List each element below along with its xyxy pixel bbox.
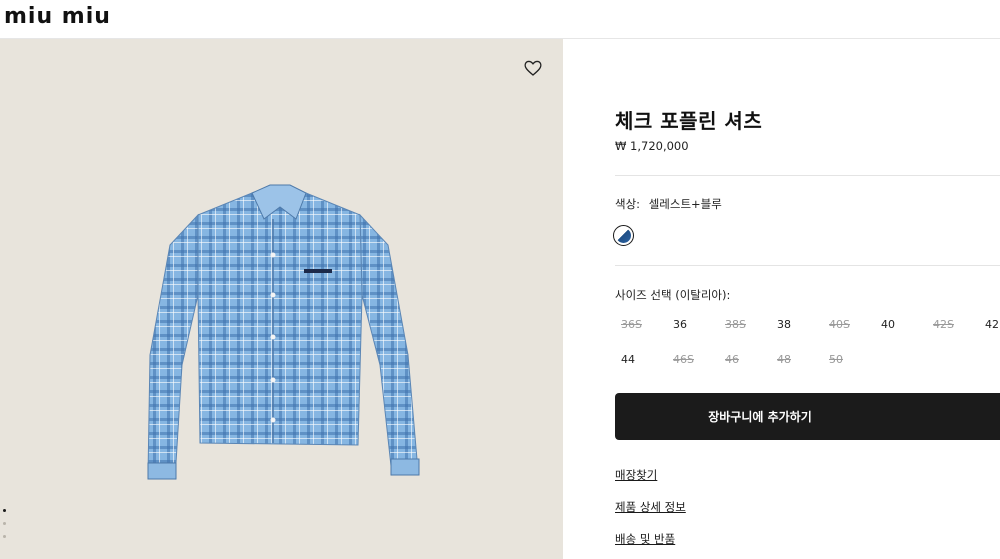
size-option-36S[interactable]: 36S <box>621 312 661 338</box>
site-header: miu miu <box>0 0 1000 39</box>
product-image-shirt <box>147 184 420 480</box>
color-label-text: 색상: <box>615 197 641 211</box>
size-label: 사이즈 선택 (이탈리아): <box>615 288 731 302</box>
size-option-36[interactable]: 36 <box>673 312 713 338</box>
divider <box>615 265 1000 266</box>
color-value: 셀레스트+블루 <box>648 197 722 211</box>
heart-icon[interactable] <box>523 58 543 78</box>
product-title: 체크 포플린 셔츠 <box>615 109 763 133</box>
svg-text:miu miu: miu miu <box>4 4 111 26</box>
add-to-cart-button[interactable]: 장바구니에 추가하기 <box>615 393 1000 440</box>
find-store-link[interactable]: 매장찾기 <box>615 467 657 483</box>
gallery-dots <box>3 509 6 548</box>
gallery-dot[interactable] <box>3 509 6 512</box>
miu-miu-logo[interactable]: miu miu <box>4 4 128 26</box>
size-option-50[interactable]: 50 <box>829 347 869 373</box>
size-option-38S[interactable]: 38S <box>725 312 765 338</box>
product-details-link[interactable]: 제품 상세 정보 <box>615 499 686 515</box>
size-option-46[interactable]: 46 <box>725 347 765 373</box>
color-swatch[interactable] <box>613 225 634 246</box>
size-option-42S[interactable]: 42S <box>933 312 973 338</box>
size-option-40[interactable]: 40 <box>881 312 921 338</box>
gallery-dot[interactable] <box>3 535 6 538</box>
size-option-38[interactable]: 38 <box>777 312 817 338</box>
product-info-panel: 체크 포플린 셔츠 ₩ 1,720,000 색상: 셀레스트+블루 사이즈 선택… <box>563 39 1000 559</box>
color-swatch-fill <box>616 228 631 243</box>
product-image-pane <box>0 39 563 559</box>
size-option-40S[interactable]: 40S <box>829 312 869 338</box>
divider <box>615 175 1000 176</box>
size-option-48[interactable]: 48 <box>777 347 817 373</box>
size-option-44[interactable]: 44 <box>621 347 661 373</box>
product-price: ₩ 1,720,000 <box>615 139 689 153</box>
color-label: 색상: 셀레스트+블루 <box>615 196 722 212</box>
shipping-returns-link[interactable]: 배송 및 반품 <box>615 531 675 547</box>
size-option-46S[interactable]: 46S <box>673 347 713 373</box>
size-option-42[interactable]: 42 <box>985 312 1000 338</box>
gallery-dot[interactable] <box>3 522 6 525</box>
